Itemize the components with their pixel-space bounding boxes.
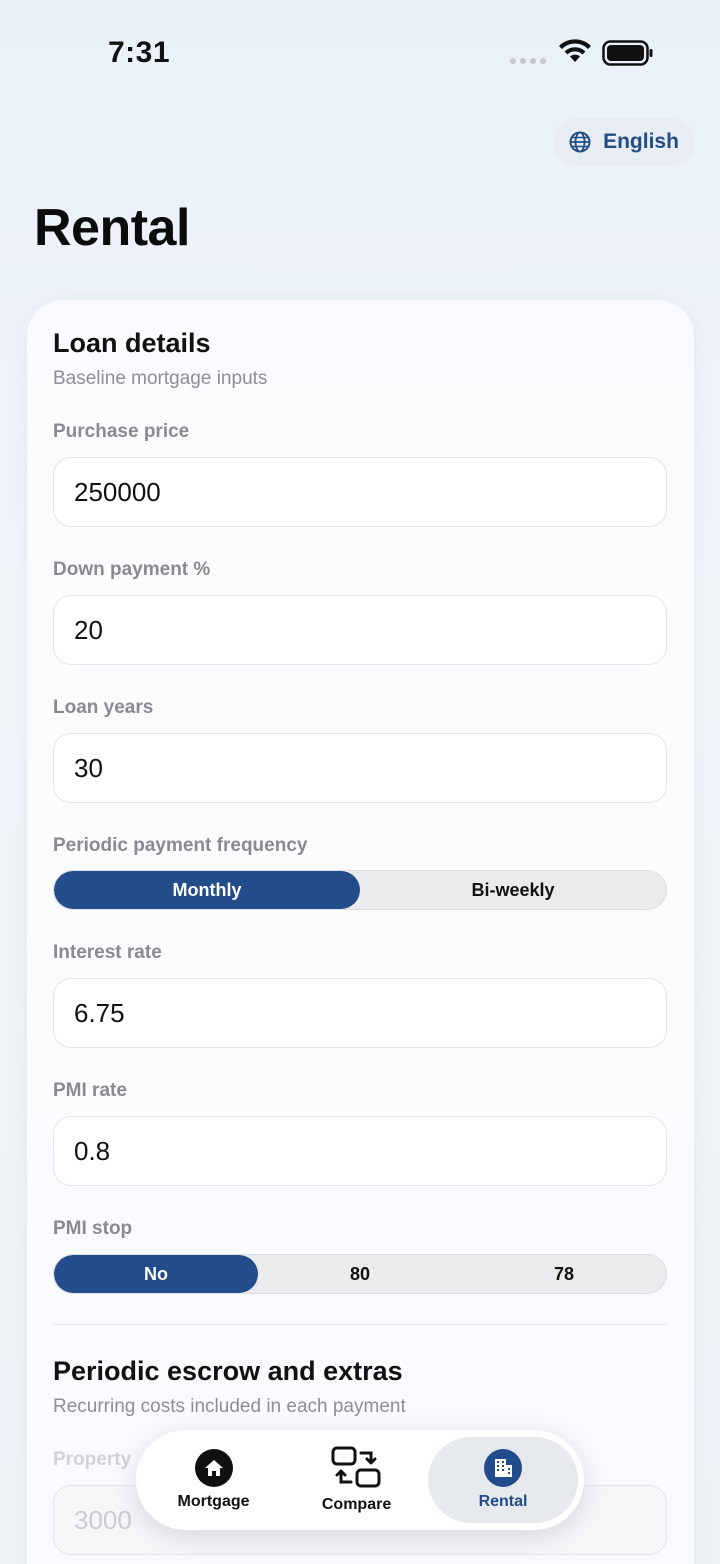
battery-icon — [602, 40, 653, 66]
down-payment-input[interactable]: 20 — [53, 595, 667, 665]
loan-details-subtitle: Baseline mortgage inputs — [53, 368, 268, 389]
tab-mortgage-label: Mortgage — [177, 1493, 250, 1510]
payment-frequency-selector: Monthly Bi-weekly — [53, 870, 667, 910]
tab-rental[interactable]: Rental — [428, 1437, 578, 1523]
status-time: 7:31 — [108, 36, 171, 69]
bottom-tab-bar: Mortgage Compare Rental — [136, 1430, 584, 1530]
payment-frequency-label: Periodic payment frequency — [53, 835, 308, 856]
tab-compare-label: Compare — [321, 1496, 392, 1513]
loan-details-title: Loan details — [53, 328, 211, 358]
interest-rate-input[interactable]: 6.75 — [53, 978, 667, 1048]
property-tax-label: Property — [53, 1449, 132, 1470]
pmi-stop-option-80[interactable]: 80 — [258, 1255, 462, 1293]
pmi-rate-label: PMI rate — [53, 1080, 127, 1101]
loan-years-input[interactable]: 30 — [53, 733, 667, 803]
purchase-price-label: Purchase price — [53, 421, 190, 442]
page-title: Rental — [34, 199, 190, 257]
tab-rental-label: Rental — [478, 1493, 528, 1510]
pmi-stop-option-no[interactable]: No — [54, 1255, 258, 1293]
tab-compare[interactable]: Compare — [285, 1437, 428, 1523]
compare-icon — [331, 1446, 381, 1488]
pmi-stop-option-78[interactable]: 78 — [462, 1255, 666, 1293]
pmi-rate-input[interactable]: 0.8 — [53, 1116, 667, 1186]
wifi-icon — [559, 39, 591, 62]
interest-rate-label: Interest rate — [53, 942, 162, 963]
loan-years-label: Loan years — [53, 697, 154, 718]
house-icon — [194, 1449, 233, 1487]
language-selector-button[interactable]: English — [553, 118, 695, 166]
section-divider — [53, 1324, 667, 1325]
frequency-option-monthly[interactable]: Monthly — [54, 871, 360, 909]
globe-icon — [569, 131, 591, 153]
purchase-price-input[interactable]: 250000 — [53, 457, 667, 527]
status-bar: 7:31 — [0, 0, 720, 100]
down-payment-label: Down payment % — [53, 559, 211, 580]
frequency-option-biweekly[interactable]: Bi-weekly — [360, 871, 666, 909]
pmi-stop-selector: No 80 78 — [53, 1254, 667, 1294]
loan-card: Loan details Baseline mortgage inputs Pu… — [27, 300, 694, 1564]
language-label: English — [603, 130, 679, 153]
cellular-signal-icon — [510, 58, 546, 64]
pmi-stop-label: PMI stop — [53, 1218, 133, 1239]
tab-mortgage[interactable]: Mortgage — [142, 1437, 285, 1523]
building-icon — [484, 1449, 523, 1487]
escrow-section-subtitle: Recurring costs included in each payment — [53, 1396, 406, 1417]
escrow-section-title: Periodic escrow and extras — [53, 1356, 403, 1386]
